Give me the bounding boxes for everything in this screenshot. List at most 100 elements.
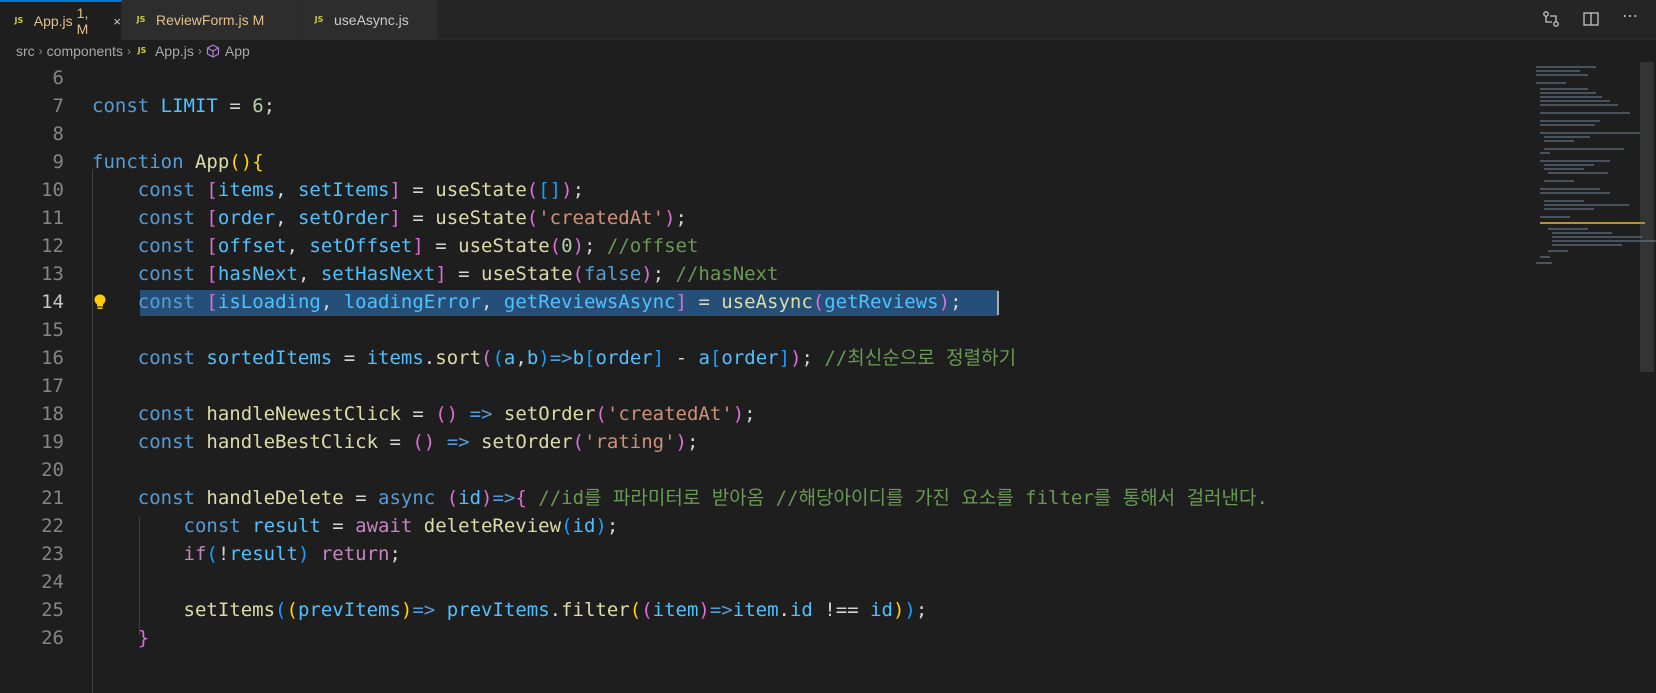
tab-app-js[interactable]: JS App.js 1, M ×	[0, 0, 122, 40]
minimap-line	[1540, 132, 1640, 134]
code-line: 16 const sortedItems = items.sort((a,b)=…	[0, 344, 1530, 373]
minimap-line	[1540, 112, 1630, 114]
line-number: 12	[41, 235, 64, 257]
code-text: const LIMIT = 6;	[92, 95, 276, 117]
minimap-line	[1540, 216, 1570, 218]
close-icon[interactable]: ×	[113, 14, 121, 29]
code-text: const result = await deleteReview(id);	[183, 515, 619, 537]
symbol-class-icon	[206, 44, 219, 58]
line-number: 9	[52, 151, 64, 173]
minimap-line	[1544, 140, 1574, 142]
line-number: 17	[41, 375, 64, 397]
minimap[interactable]	[1530, 62, 1656, 693]
chevron-right-icon: ›	[197, 44, 202, 58]
code-line: 12 const [offset, setOffset] = useState(…	[0, 232, 1530, 261]
breadcrumb-label: App.js	[154, 43, 194, 59]
minimap-line	[1548, 172, 1608, 174]
line-number: 14	[41, 291, 64, 313]
minimap-line	[1552, 244, 1622, 246]
code-text: }	[137, 627, 150, 649]
tab-status: M	[252, 12, 265, 28]
line-number: 24	[41, 571, 64, 593]
code-text: const [hasNext, setHasNext] = useState(f…	[137, 263, 779, 285]
minimap-line	[1548, 228, 1588, 230]
code-text: const [offset, setOffset] = useState(0);…	[137, 235, 699, 257]
code-line: 8	[0, 120, 1530, 149]
line-number: 22	[41, 515, 64, 537]
code-text: const [isLoading, loadingError, getRevie…	[137, 291, 962, 313]
breadcrumb-item-src[interactable]: src	[16, 43, 35, 59]
line-number: 6	[52, 67, 64, 89]
scrollbar-thumb[interactable]	[1640, 62, 1654, 372]
code-line-current: 14 const [isLoading, loadingError, getRe…	[0, 288, 1530, 317]
split-editor-icon[interactable]	[1582, 10, 1600, 28]
minimap-line	[1540, 152, 1550, 154]
minimap-line	[1540, 96, 1602, 98]
js-file-icon: JS	[14, 16, 24, 25]
breadcrumb-item-app-symbol[interactable]: App	[206, 43, 250, 59]
chevron-right-icon: ›	[126, 44, 131, 58]
js-file-icon: JS	[136, 15, 146, 24]
code-line: 22 const result = await deleteReview(id)…	[0, 512, 1530, 541]
code-line: 23 if(!result) return;	[0, 540, 1530, 569]
compare-changes-icon[interactable]	[1542, 10, 1560, 28]
code-text: const handleDelete = async (id)=>{ //id를…	[137, 487, 1268, 509]
minimap-line	[1540, 124, 1595, 126]
editor-tab-bar: JS App.js 1, M × JS ReviewForm.js M JS u…	[0, 0, 1656, 40]
breadcrumb: src › components › JS App.js › App	[0, 40, 1656, 62]
code-text: const [order, setOrder] = useState('crea…	[137, 207, 687, 229]
minimap-line	[1536, 82, 1566, 84]
line-number: 10	[41, 179, 64, 201]
code-text: const handleBestClick = () => setOrder('…	[137, 431, 699, 453]
tab-useasync-js[interactable]: JS useAsync.js	[300, 0, 438, 40]
code-text: setItems((prevItems)=> prevItems.filter(…	[183, 599, 928, 621]
editor-actions: ⋯	[1542, 9, 1640, 28]
minimap-line	[1552, 232, 1612, 234]
js-file-icon: JS	[314, 15, 324, 24]
minimap-line	[1544, 148, 1624, 150]
breadcrumb-item-app-js[interactable]: JS App.js	[135, 43, 194, 59]
code-text: const [items, setItems] = useState([]);	[137, 179, 585, 201]
line-number: 20	[41, 459, 64, 481]
minimap-line	[1536, 70, 1580, 72]
tab-status: 1, M	[76, 5, 89, 37]
breadcrumb-label: App	[224, 43, 250, 59]
minimap-line	[1540, 92, 1596, 94]
minimap-line	[1544, 208, 1594, 210]
breadcrumb-label: components	[46, 43, 123, 59]
code-line: 15	[0, 316, 1530, 345]
tab-reviewform-js[interactable]: JS ReviewForm.js M	[122, 0, 300, 40]
line-number: 16	[41, 347, 64, 369]
breadcrumb-item-components[interactable]: components	[47, 43, 123, 59]
tab-label: ReviewForm.js	[156, 12, 249, 28]
breadcrumb-label: src	[16, 43, 35, 59]
text-cursor	[997, 291, 999, 315]
code-line: 24	[0, 568, 1530, 597]
line-number: 7	[52, 95, 64, 117]
code-editor[interactable]: 6 7 const LIMIT = 6; 8 9 function App(){…	[0, 62, 1530, 693]
code-line: 26 }	[0, 624, 1530, 653]
code-line: 11 const [order, setOrder] = useState('c…	[0, 204, 1530, 233]
minimap-line	[1536, 74, 1588, 76]
code-text: const handleNewestClick = () => setOrder…	[137, 403, 756, 425]
minimap-line	[1544, 164, 1594, 166]
line-number: 11	[41, 207, 64, 229]
minimap-line	[1540, 100, 1610, 102]
code-text: if(!result) return;	[183, 543, 401, 565]
line-number: 25	[41, 599, 64, 621]
minimap-line	[1544, 136, 1590, 138]
minimap-line	[1540, 188, 1600, 190]
line-number: 15	[41, 319, 64, 341]
minimap-line	[1536, 66, 1596, 68]
code-text: const sortedItems = items.sort((a,b)=>b[…	[137, 347, 1017, 369]
minimap-line	[1536, 262, 1552, 264]
line-number: 26	[41, 627, 64, 649]
line-number: 13	[41, 263, 64, 285]
minimap-line	[1540, 160, 1610, 162]
more-actions-icon[interactable]: ⋯	[1622, 9, 1640, 28]
code-line: 10 const [items, setItems] = useState([]…	[0, 176, 1530, 205]
tab-label: App.js	[33, 13, 73, 29]
minimap-line	[1540, 120, 1600, 122]
minimap-line	[1544, 168, 1584, 170]
line-number: 23	[41, 543, 64, 565]
